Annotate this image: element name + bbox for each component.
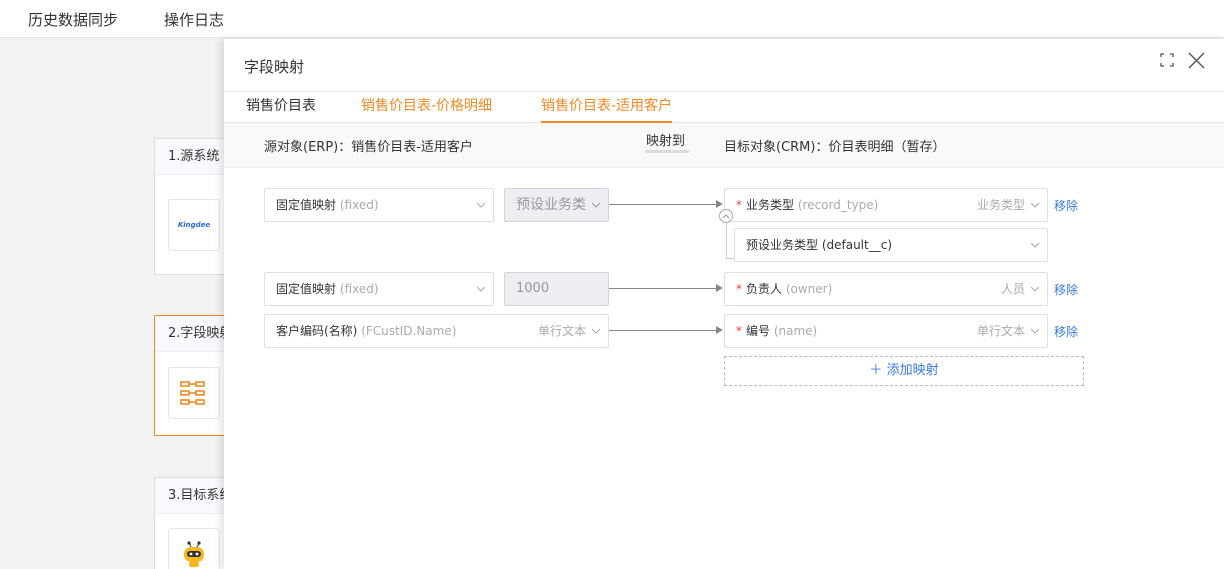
object-tabs: 销售价目表 销售价目表-价格明细 销售价目表-适用客户 [224, 91, 1224, 123]
step-card-label: 3.目标系统 [155, 478, 233, 514]
crm-robot-logo [168, 528, 220, 569]
top-nav: 历史数据同步 操作日志 [0, 0, 1224, 38]
mapping-icon [168, 367, 220, 419]
arrow-head-icon [716, 200, 723, 208]
target-field-api: (record_type) [797, 198, 879, 212]
target-field-api: (name) [773, 324, 818, 338]
source-field-name: 客户编码(名称) [276, 324, 358, 338]
target-field-api: (owner) [785, 282, 833, 296]
sub-option-connector [726, 222, 727, 259]
add-mapping-button[interactable]: ＋ 添加映射 [724, 356, 1084, 386]
sub-option-connector [726, 258, 734, 259]
step-card-mapping[interactable]: 2.字段映射 [154, 315, 234, 436]
remove-button[interactable]: 移除 [1054, 197, 1078, 214]
target-field-name: 负责人 [746, 282, 783, 296]
chevron-down-icon [1031, 286, 1039, 292]
mapping-connector [609, 204, 717, 205]
target-field-kind: 业务类型 [976, 198, 1025, 212]
fullscreen-icon[interactable] [1157, 50, 1177, 70]
target-field-select[interactable]: * 业务类型 (record_type) 业务类型 [724, 188, 1048, 222]
map-to-arrow [645, 150, 689, 153]
source-mapping-type-select[interactable]: 固定值映射 (fixed) [264, 188, 494, 222]
step-card-label: 1.源系统 [155, 139, 233, 175]
nav-history-sync[interactable]: 历史数据同步 [28, 9, 118, 30]
chevron-down-icon [592, 202, 600, 208]
arrow-head-icon [716, 326, 723, 334]
chevron-down-icon [477, 202, 485, 208]
mapping-header: 源对象(ERP)：销售价目表-适用客户 映射到 目标对象(CRM)：价目表明细（… [224, 123, 1224, 168]
fixed-value: 1000 [516, 281, 550, 296]
fixed-value: 预设业务类 [516, 197, 586, 213]
nav-operation-log[interactable]: 操作日志 [164, 9, 224, 30]
target-field-kind: 人员 [1000, 282, 1025, 296]
source-type-label: 固定值映射 [276, 198, 337, 212]
source-type-label: 固定值映射 [276, 282, 337, 296]
chevron-down-icon [1031, 202, 1039, 208]
chevron-down-icon [1031, 328, 1039, 334]
target-object-label: 目标对象(CRM)：价目表明细（暂存） [724, 140, 946, 155]
panel-title: 字段映射 [244, 58, 305, 76]
plus-icon: ＋ [869, 363, 883, 378]
default-type-select[interactable]: 预设业务类型 (default__c) [734, 228, 1048, 262]
source-mapping-type-select[interactable]: 固定值映射 (fixed) [264, 272, 494, 306]
target-field-select[interactable]: * 编号 (name) 单行文本 [724, 314, 1048, 348]
mapping-connector [609, 288, 717, 289]
chevron-down-icon [477, 286, 485, 292]
collapse-icon[interactable] [719, 209, 733, 223]
default-type-value: 预设业务类型 (default__c) [746, 238, 892, 252]
source-field-select[interactable]: 客户编码(名称) (FCustID.Name) 单行文本 [264, 314, 609, 348]
add-mapping-label: 添加映射 [886, 363, 939, 378]
tab-price-detail[interactable]: 销售价目表-价格明细 [361, 95, 492, 123]
required-mark: * [736, 324, 742, 338]
chevron-down-icon [1031, 242, 1039, 248]
source-type-hint: (fixed) [339, 198, 379, 212]
target-field-select[interactable]: * 负责人 (owner) 人员 [724, 272, 1048, 306]
kingdee-logo-text: Kingdee [177, 221, 211, 229]
target-field-name: 业务类型 [746, 198, 795, 212]
mapping-connector [609, 330, 717, 331]
step-card-target[interactable]: 3.目标系统 [154, 477, 234, 569]
step-card-source[interactable]: 1.源系统 Kingdee [154, 138, 234, 275]
remove-button[interactable]: 移除 [1054, 281, 1078, 298]
source-type-hint: (fixed) [339, 282, 379, 296]
step-card-label: 2.字段映射 [155, 316, 233, 352]
remove-button[interactable]: 移除 [1054, 323, 1078, 340]
arrow-head-icon [716, 284, 723, 292]
tab-applicable-customer[interactable]: 销售价目表-适用客户 [541, 95, 673, 123]
fixed-value-input[interactable]: 1000 [504, 272, 609, 306]
map-to-label: 映射到 [646, 134, 686, 149]
chevron-down-icon [592, 328, 600, 334]
source-object-label: 源对象(ERP)：销售价目表-适用客户 [264, 140, 473, 155]
source-field-kind: 单行文本 [537, 324, 586, 338]
kingdee-logo: Kingdee [168, 199, 220, 251]
field-mapping-panel: 字段映射 销售价目表 销售价目表-价格明细 销售价目表-适用客户 源对象(ERP… [224, 39, 1224, 569]
required-mark: * [736, 198, 742, 212]
target-field-kind: 单行文本 [976, 324, 1025, 338]
tab-price-list[interactable]: 销售价目表 [246, 95, 316, 123]
source-field-api: (FCustID.Name) [361, 324, 457, 338]
close-icon[interactable] [1186, 50, 1206, 70]
target-field-name: 编号 [746, 324, 771, 338]
required-mark: * [736, 282, 742, 296]
fixed-value-select: 预设业务类 [504, 188, 609, 222]
